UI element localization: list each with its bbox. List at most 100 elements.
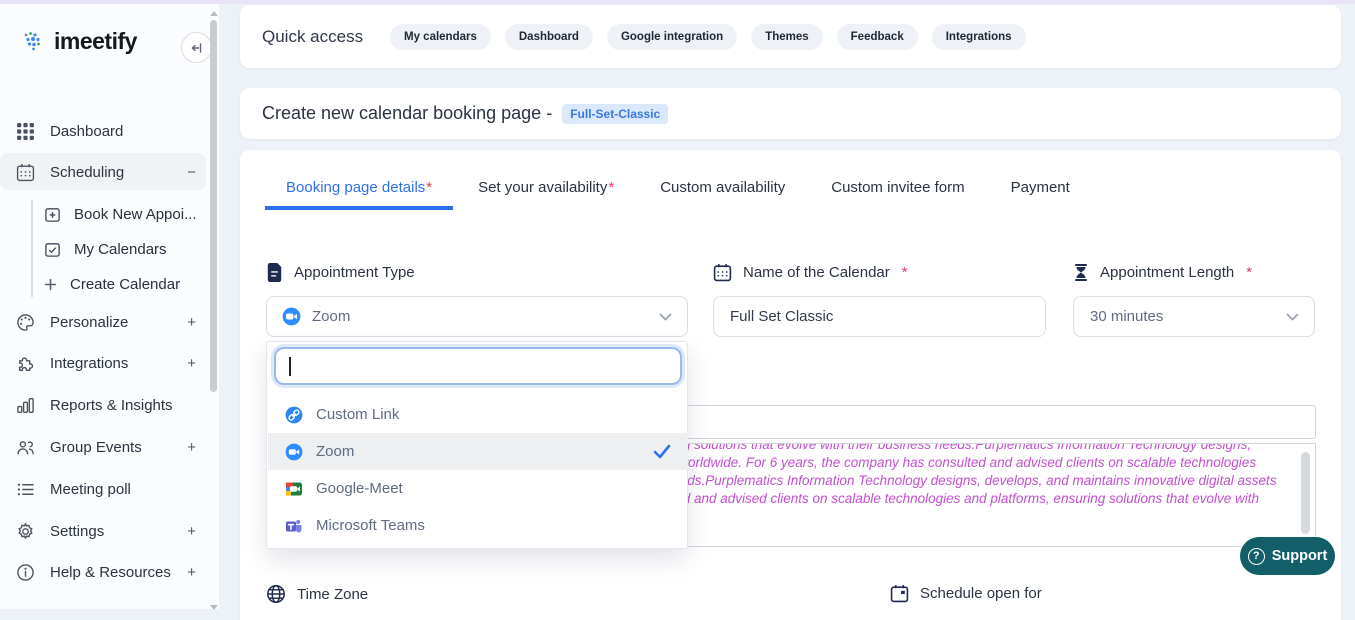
sidebar-item-label: Reports & Insights bbox=[50, 397, 200, 414]
grid-icon bbox=[16, 122, 35, 141]
chip-dashboard[interactable]: Dashboard bbox=[505, 24, 593, 50]
app-logo[interactable]: imeetify bbox=[22, 28, 137, 55]
chip-my-calendars[interactable]: My calendars bbox=[390, 24, 491, 50]
required-star: * bbox=[1246, 264, 1252, 281]
sidebar-item-meeting-poll[interactable]: Meeting poll bbox=[16, 476, 200, 502]
support-button[interactable]: ? Support bbox=[1240, 537, 1335, 575]
dropdown-search-input[interactable] bbox=[274, 347, 682, 385]
option-google-meet[interactable]: Google-Meet bbox=[268, 470, 688, 507]
scrollbar-thumb[interactable] bbox=[210, 20, 217, 392]
chip-feedback[interactable]: Feedback bbox=[837, 24, 918, 50]
sidebar-item-book-new-appointment[interactable]: Book New Appoi... bbox=[44, 203, 204, 225]
calendar-name-input[interactable]: Full Set Classic bbox=[713, 296, 1046, 337]
tab-label: Payment bbox=[1011, 179, 1070, 196]
sidebar-item-label: Integrations bbox=[50, 355, 172, 372]
tab-payment[interactable]: Payment bbox=[990, 168, 1091, 210]
schedule-open-label: Schedule open for bbox=[890, 584, 1042, 603]
subnav-indent-line bbox=[31, 200, 33, 297]
sidebar-item-label: Help & Resources bbox=[50, 564, 172, 581]
scroll-up-arrow-icon[interactable] bbox=[210, 11, 218, 16]
sidebar-item-label: Personalize bbox=[50, 314, 172, 331]
list-icon bbox=[16, 480, 35, 499]
tab-custom-availability[interactable]: Custom availability bbox=[639, 168, 806, 210]
sidebar-item-label: Group Events bbox=[50, 439, 172, 456]
sidebar-item-label: Dashboard bbox=[50, 123, 200, 140]
sidebar-item-group-events[interactable]: Group Events + bbox=[16, 434, 200, 460]
sidebar-item-label: Scheduling bbox=[50, 164, 172, 181]
booking-form-card: Booking page details* Set your availabil… bbox=[240, 150, 1341, 620]
chip-google-integration[interactable]: Google integration bbox=[607, 24, 737, 50]
expand-plus[interactable]: + bbox=[187, 523, 196, 540]
plus-icon bbox=[44, 278, 57, 291]
sidebar-item-label: Settings bbox=[50, 523, 172, 540]
required-star: * bbox=[902, 264, 908, 281]
sidebar-item-dashboard[interactable]: Dashboard bbox=[16, 118, 200, 144]
quick-access-title: Quick access bbox=[262, 27, 363, 47]
support-label: Support bbox=[1272, 548, 1328, 564]
chevron-down-icon bbox=[659, 313, 672, 321]
sidebar-scrollbar[interactable] bbox=[209, 8, 219, 613]
calendar-navy-icon bbox=[713, 263, 732, 282]
text-caret bbox=[289, 357, 291, 376]
zoom-icon bbox=[285, 443, 303, 461]
quick-access-chips: My calendars Dashboard Google integratio… bbox=[390, 24, 1026, 50]
tab-custom-invitee-form[interactable]: Custom invitee form bbox=[810, 168, 985, 210]
document-icon bbox=[266, 263, 283, 282]
option-label: Zoom bbox=[316, 443, 354, 460]
sidebar-collapse-button[interactable] bbox=[181, 32, 212, 63]
form-tabs: Booking page details* Set your availabil… bbox=[265, 168, 1091, 210]
option-microsoft-teams[interactable]: Microsoft Teams bbox=[268, 507, 688, 544]
sidebar-item-reports-insights[interactable]: Reports & Insights bbox=[16, 392, 200, 418]
required-star: * bbox=[608, 179, 614, 196]
field-label-text: Name of the Calendar bbox=[743, 264, 890, 281]
sidebar-item-create-calendar[interactable]: Create Calendar bbox=[44, 273, 204, 295]
tab-label: Set your availability bbox=[478, 179, 607, 196]
sidebar-item-label: Create Calendar bbox=[70, 276, 180, 293]
expand-plus[interactable]: + bbox=[187, 355, 196, 372]
collapse-minus[interactable]: − bbox=[187, 164, 196, 181]
tab-label: Booking page details bbox=[286, 179, 425, 196]
tab-set-your-availability[interactable]: Set your availability* bbox=[457, 168, 635, 210]
sidebar-item-label: Meeting poll bbox=[50, 481, 200, 498]
page-header-card: Create new calendar booking page - Full-… bbox=[240, 88, 1341, 139]
sidebar-item-label: Book New Appoi... bbox=[74, 206, 197, 223]
option-zoom[interactable]: Zoom bbox=[268, 433, 688, 470]
description-scrollbar-thumb[interactable] bbox=[1301, 452, 1310, 534]
hourglass-icon bbox=[1073, 263, 1089, 282]
field-label-text: Appointment Length bbox=[1100, 264, 1234, 281]
page-title: Create new calendar booking page - bbox=[262, 103, 552, 124]
chip-integrations[interactable]: Integrations bbox=[932, 24, 1026, 50]
people-icon bbox=[16, 438, 35, 457]
link-icon bbox=[285, 406, 303, 424]
input-value: Full Set Classic bbox=[730, 308, 833, 325]
sidebar-item-integrations[interactable]: Integrations + bbox=[16, 350, 200, 376]
logo-text: imeetify bbox=[54, 28, 137, 55]
expand-plus[interactable]: + bbox=[187, 564, 196, 581]
quick-access-card: Quick access My calendars Dashboard Goog… bbox=[240, 5, 1341, 68]
sidebar-item-scheduling[interactable]: Scheduling − bbox=[16, 159, 200, 185]
expand-plus[interactable]: + bbox=[187, 314, 196, 331]
bar-chart-icon bbox=[16, 396, 35, 415]
sidebar-item-my-calendars[interactable]: My Calendars bbox=[44, 238, 204, 260]
calendar-name-label: Name of the Calendar * bbox=[713, 263, 908, 282]
sidebar-item-personalize[interactable]: Personalize + bbox=[16, 309, 200, 335]
selected-value: 30 minutes bbox=[1090, 308, 1163, 325]
appointment-length-select[interactable]: 30 minutes bbox=[1073, 296, 1315, 337]
option-custom-link[interactable]: Custom Link bbox=[268, 396, 688, 433]
google-meet-icon bbox=[285, 480, 303, 498]
field-label-text: Appointment Type bbox=[294, 264, 415, 281]
scroll-down-arrow-icon[interactable] bbox=[210, 605, 218, 610]
calendar-plus-icon bbox=[44, 206, 61, 223]
option-label: Custom Link bbox=[316, 406, 399, 423]
expand-plus[interactable]: + bbox=[187, 439, 196, 456]
calendar-type-badge: Full-Set-Classic bbox=[562, 104, 668, 124]
check-icon bbox=[653, 444, 671, 459]
sidebar-item-help-resources[interactable]: Help & Resources + bbox=[16, 559, 200, 585]
puzzle-icon bbox=[16, 354, 35, 373]
palette-icon bbox=[16, 313, 35, 332]
sidebar-item-settings[interactable]: Settings + bbox=[16, 518, 200, 544]
appointment-type-select[interactable]: Zoom bbox=[266, 296, 688, 337]
tab-booking-page-details[interactable]: Booking page details* bbox=[265, 168, 453, 210]
chip-themes[interactable]: Themes bbox=[751, 24, 822, 50]
globe-icon bbox=[266, 584, 286, 604]
